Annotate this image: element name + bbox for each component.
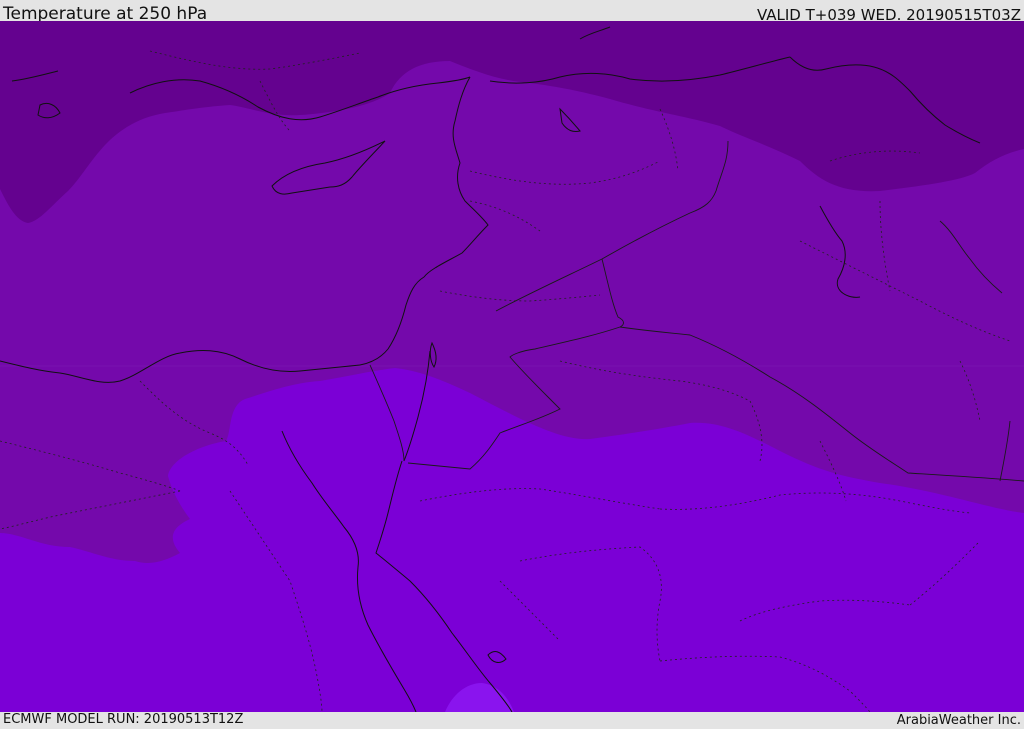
model-run-label: ECMWF MODEL RUN: 20190513T12Z (3, 712, 244, 727)
map-canvas (0, 21, 1024, 712)
credit-label: ArabiaWeather Inc. (896, 713, 1021, 728)
footer-bar: ECMWF MODEL RUN: 20190513T12Z ArabiaWeat… (0, 712, 1024, 729)
map-title: Temperature at 250 hPa (3, 4, 208, 21)
header-bar: Temperature at 250 hPa VALID T+039 WED. … (0, 0, 1024, 21)
weather-map-frame: Temperature at 250 hPa VALID T+039 WED. … (0, 0, 1024, 729)
valid-time-label: VALID T+039 WED. 20190515T03Z (756, 6, 1021, 21)
temperature-map-svg (0, 21, 1024, 712)
